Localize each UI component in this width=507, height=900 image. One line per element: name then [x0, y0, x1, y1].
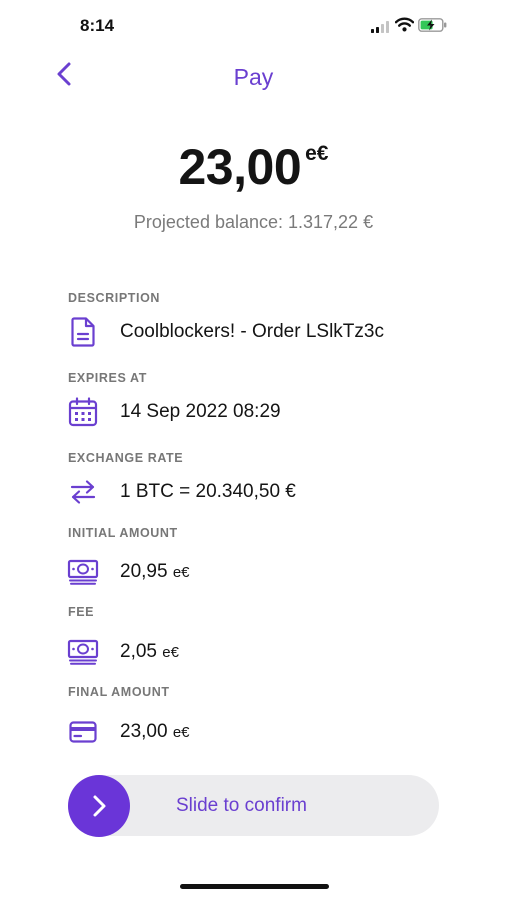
initial-amount-unit: e€	[172, 564, 190, 581]
chevron-right-icon	[93, 795, 106, 817]
swap-arrows-icon	[66, 475, 100, 509]
wifi-icon	[395, 17, 414, 32]
final-amount-value: 23,00 e€	[120, 721, 190, 743]
slide-handle[interactable]	[68, 775, 130, 837]
initial-amount-number: 20,95	[120, 561, 168, 582]
expires-at-label: EXPIRES AT	[68, 371, 147, 385]
status-time: 8:14	[80, 16, 115, 35]
status-bar: 8:14	[0, 0, 507, 50]
card-icon	[66, 715, 100, 749]
fee-label: FEE	[68, 605, 95, 619]
final-amount-number: 23,00	[120, 721, 168, 742]
page-title: Pay	[233, 64, 274, 90]
amount-value: 23,00	[178, 139, 302, 195]
final-amount-label: FINAL AMOUNT	[68, 685, 170, 699]
amount-display: 23,00 e€	[0, 138, 507, 196]
exchange-rate-value: 1 BTC = 20.340,50 €	[120, 481, 296, 502]
projected-balance: Projected balance: 1.317,22 €	[133, 212, 374, 232]
description-label: DESCRIPTION	[68, 291, 161, 305]
banknote-icon	[66, 635, 100, 669]
home-indicator	[180, 884, 329, 889]
fee-unit: e€	[162, 644, 179, 661]
signal-icon	[371, 21, 389, 33]
description-value: Coolblockers! - Order LSlkTz3c	[120, 321, 384, 342]
amount-unit: e€	[305, 142, 329, 165]
calendar-icon	[66, 395, 100, 429]
exchange-rate-label: EXCHANGE RATE	[68, 451, 184, 465]
banknote-icon	[66, 555, 100, 589]
initial-amount-label: INITIAL AMOUNT	[68, 526, 178, 540]
fee-value: 2,05 e€	[120, 641, 179, 663]
slide-to-confirm-label: Slide to confirm	[176, 795, 307, 816]
expires-at-value: 14 Sep 2022 08:29	[120, 401, 281, 422]
final-amount-unit: e€	[172, 724, 190, 741]
battery-charging-icon	[418, 18, 447, 32]
fee-number: 2,05	[120, 641, 157, 662]
initial-amount-value: 20,95 e€	[120, 561, 190, 583]
slide-to-confirm-track[interactable]: Slide to confirm	[68, 775, 439, 837]
document-icon	[66, 315, 100, 349]
